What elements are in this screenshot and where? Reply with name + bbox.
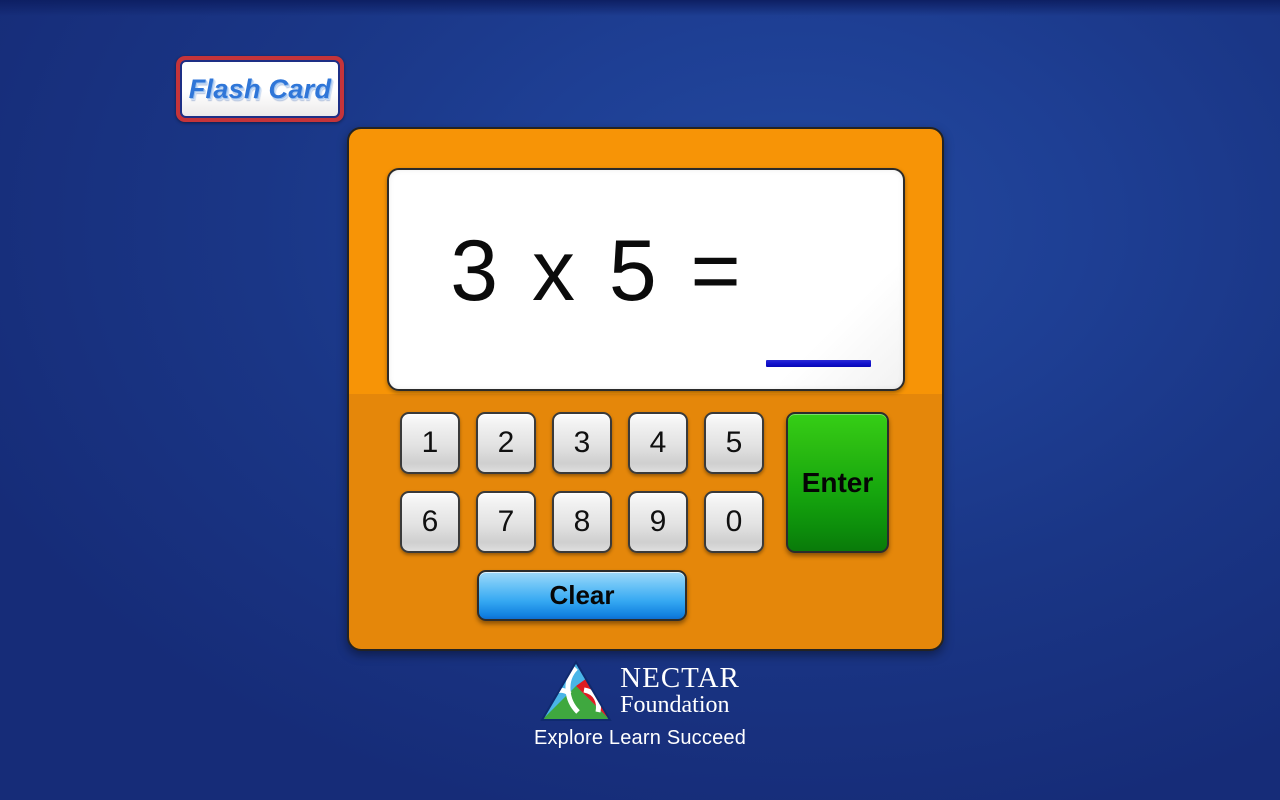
key-8[interactable]: 8 [552, 491, 612, 553]
question-display: 3 x 5 = [387, 168, 905, 391]
org-name: NECTAR [620, 662, 740, 695]
flashcard-calculator-panel: 3 x 5 = 1 2 3 4 5 6 7 8 9 0 Enter Clear [347, 127, 944, 651]
flash-card-title: Flash Card [188, 73, 332, 104]
tagline: Explore Learn Succeed [533, 727, 747, 749]
key-3[interactable]: 3 [552, 412, 612, 474]
clear-button[interactable]: Clear [477, 570, 687, 621]
nectar-triangle-logo-icon [540, 660, 612, 722]
answer-blank-line[interactable] [766, 360, 871, 367]
enter-button[interactable]: Enter [786, 412, 889, 553]
flash-card-badge[interactable]: Flash Card [176, 56, 344, 122]
key-0[interactable]: 0 [704, 491, 764, 553]
key-7[interactable]: 7 [476, 491, 536, 553]
org-suffix: Foundation [620, 691, 730, 718]
logo-row: NECTAR Foundation [540, 660, 740, 722]
keypad: 1 2 3 4 5 6 7 8 9 0 Enter Clear [349, 412, 942, 621]
key-1[interactable]: 1 [400, 412, 460, 474]
key-5[interactable]: 5 [704, 412, 764, 474]
logo-wordmark: NECTAR Foundation [620, 662, 740, 718]
key-4[interactable]: 4 [628, 412, 688, 474]
key-2[interactable]: 2 [476, 412, 536, 474]
key-9[interactable]: 9 [628, 491, 688, 553]
top-shade [0, 0, 1280, 16]
key-6[interactable]: 6 [400, 491, 460, 553]
equation-text: 3 x 5 = [450, 223, 746, 319]
flash-card-badge-inner: Flash Card [180, 60, 340, 118]
footer-branding: NECTAR Foundation Explore Learn Succeed [0, 660, 1280, 750]
